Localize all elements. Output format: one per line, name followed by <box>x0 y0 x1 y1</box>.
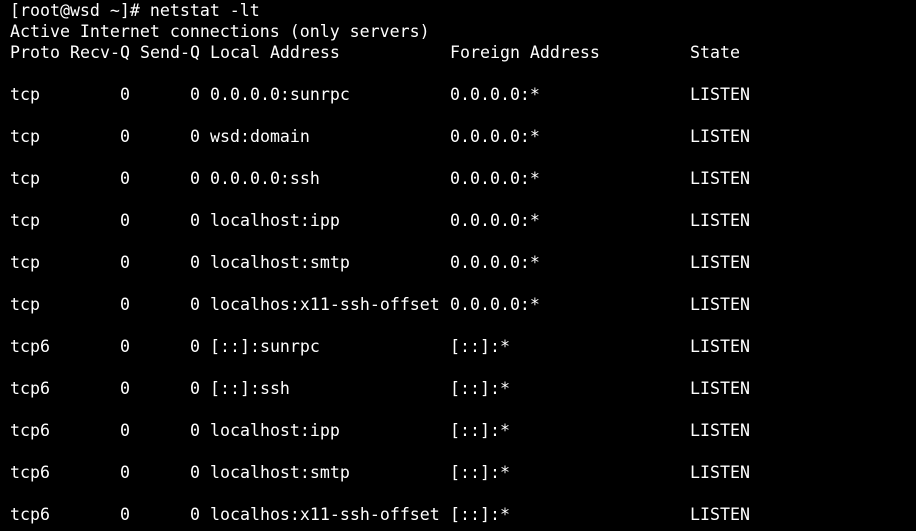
column-header-send-q: Send-Q <box>140 43 200 62</box>
cell-state: LISTEN <box>690 85 750 104</box>
cell-local-address: localhos:x11-ssh-offset <box>210 505 440 524</box>
column-header-local-address: Local Address <box>210 43 340 62</box>
cell-send-q: 0 <box>190 85 200 104</box>
table-row: tcp6 0 0 [::]:sunrpc [::]:* LISTEN <box>10 336 910 357</box>
cell-local-address: localhost:ipp <box>210 421 340 440</box>
cell-send-q: 0 <box>190 169 200 188</box>
cell-state: LISTEN <box>690 211 750 230</box>
cell-recv-q: 0 <box>120 169 130 188</box>
cell-state: LISTEN <box>690 127 750 146</box>
cell-local-address: 0.0.0.0:sunrpc <box>210 85 350 104</box>
cell-recv-q: 0 <box>120 379 130 398</box>
cell-send-q: 0 <box>190 295 200 314</box>
cell-local-address: localhost:smtp <box>210 253 350 272</box>
cell-recv-q: 0 <box>120 253 130 272</box>
table-row: tcp 0 0 localhos:x11-ssh-offset 0.0.0.0:* LIS… <box>10 294 910 315</box>
cell-foreign-address: 0.0.0.0:* <box>450 127 540 146</box>
cell-proto: tcp6 <box>10 337 50 356</box>
cell-foreign-address: [::]:* <box>450 337 510 356</box>
cell-proto: tcp6 <box>10 379 50 398</box>
cell-local-address: 0.0.0.0:ssh <box>210 169 320 188</box>
cell-send-q: 0 <box>190 127 200 146</box>
table-row: tcp6 0 0 [::]:ssh [::]:* LISTEN <box>10 378 910 399</box>
cell-local-address: [::]:sunrpc <box>210 337 320 356</box>
command-text: netstat -lt <box>149 1 260 20</box>
cell-send-q: 0 <box>190 505 200 524</box>
cell-recv-q: 0 <box>120 295 130 314</box>
cell-state: LISTEN <box>690 295 750 314</box>
column-header-state: State <box>690 43 740 62</box>
cell-proto: tcp <box>10 85 40 104</box>
cell-foreign-address: [::]:* <box>450 505 510 524</box>
cell-send-q: 0 <box>190 463 200 482</box>
table-row: tcp 0 0 localhost:ipp 0.0.0.0:* LISTEN <box>10 210 910 231</box>
cell-foreign-address: 0.0.0.0:* <box>450 295 540 314</box>
column-header-proto: Proto <box>10 43 60 62</box>
cell-local-address: localhos:x11-ssh-offset <box>210 295 440 314</box>
output-header: Active Internet connections (only server… <box>10 22 430 41</box>
cell-proto: tcp6 <box>10 505 50 524</box>
cell-send-q: 0 <box>190 379 200 398</box>
column-header-foreign-address: Foreign Address <box>450 43 600 62</box>
cell-foreign-address: [::]:* <box>450 379 510 398</box>
cell-send-q: 0 <box>190 211 200 230</box>
cell-proto: tcp <box>10 127 40 146</box>
table-row: tcp 0 0 wsd:domain 0.0.0.0:* LISTEN <box>10 126 910 147</box>
cell-local-address: localhost:smtp <box>210 463 350 482</box>
table-row: tcp 0 0 0.0.0.0:ssh 0.0.0.0:* LISTEN <box>10 168 910 189</box>
terminal-window[interactable]: [root@wsd ~]# netstat -lt Active Interne… <box>0 0 916 531</box>
cell-proto: tcp <box>10 295 40 314</box>
cell-recv-q: 0 <box>120 463 130 482</box>
cell-send-q: 0 <box>190 421 200 440</box>
table-header-row: Proto Recv-Q Send-Q Local Address Foreig… <box>10 42 910 63</box>
cell-local-address: [::]:ssh <box>210 379 290 398</box>
cell-local-address: wsd:domain <box>210 127 310 146</box>
cell-state: LISTEN <box>690 253 750 272</box>
cell-state: LISTEN <box>690 505 750 524</box>
table-row: tcp6 0 0 localhost:smtp [::]:* LISTEN <box>10 462 910 483</box>
table-row: tcp 0 0 0.0.0.0:sunrpc 0.0.0.0:* LISTEN <box>10 84 910 105</box>
cell-recv-q: 0 <box>120 85 130 104</box>
cell-foreign-address: 0.0.0.0:* <box>450 211 540 230</box>
cell-foreign-address: 0.0.0.0:* <box>450 169 540 188</box>
cell-state: LISTEN <box>690 379 750 398</box>
cell-proto: tcp <box>10 169 40 188</box>
cell-foreign-address: 0.0.0.0:* <box>450 253 540 272</box>
command-line: [root@wsd ~]# netstat -lt <box>10 0 260 21</box>
cell-proto: tcp <box>10 211 40 230</box>
table-row: tcp6 0 0 localhos:x11-ssh-offset [::]:* LISTE… <box>10 504 910 525</box>
cell-foreign-address: [::]:* <box>450 421 510 440</box>
cell-state: LISTEN <box>690 337 750 356</box>
cell-recv-q: 0 <box>120 421 130 440</box>
shell-prompt: [root@wsd ~]# <box>10 1 150 20</box>
cell-recv-q: 0 <box>120 337 130 356</box>
cell-proto: tcp6 <box>10 421 50 440</box>
cell-proto: tcp6 <box>10 463 50 482</box>
table-row: tcp 0 0 localhost:smtp 0.0.0.0:* LISTEN <box>10 252 910 273</box>
cell-recv-q: 0 <box>120 505 130 524</box>
cell-recv-q: 0 <box>120 211 130 230</box>
cell-send-q: 0 <box>190 337 200 356</box>
cell-send-q: 0 <box>190 253 200 272</box>
table-row: tcp6 0 0 localhost:ipp [::]:* LISTEN <box>10 420 910 441</box>
cell-local-address: localhost:ipp <box>210 211 340 230</box>
cell-state: LISTEN <box>690 463 750 482</box>
cell-proto: tcp <box>10 253 40 272</box>
cell-recv-q: 0 <box>120 127 130 146</box>
column-header-recv-q: Recv-Q <box>70 43 130 62</box>
cell-foreign-address: [::]:* <box>450 463 510 482</box>
cell-foreign-address: 0.0.0.0:* <box>450 85 540 104</box>
cell-state: LISTEN <box>690 421 750 440</box>
cell-state: LISTEN <box>690 169 750 188</box>
